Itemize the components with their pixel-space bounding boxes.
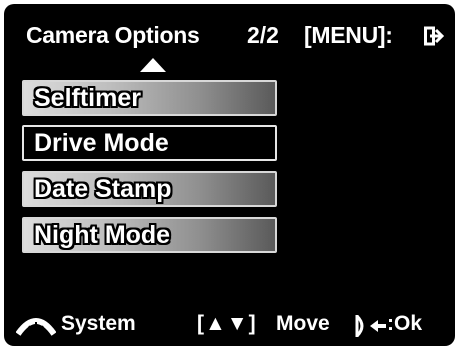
page-title: Camera Options [26,22,200,48]
move-keys-hint: [▲▼] [197,312,257,335]
menu-item-label: Date Stamp [34,175,172,203]
exit-arrow-icon[interactable] [424,26,446,46]
camera-screen: Camera Options 2/2 [MENU]: Selftimer Dri… [4,4,455,346]
left-arrow-icon [370,320,386,332]
menu-item-drive-mode[interactable]: Drive Mode [22,125,277,161]
mode-dial-icon [16,318,56,336]
menu-item-label: Night Mode [34,221,171,249]
system-hint: System [61,312,136,335]
menu-item-label: Selftimer [34,84,141,112]
menu-item-date-stamp[interactable]: Date Stamp [22,171,277,207]
scroll-up-arrow-icon [140,58,166,72]
move-hint: Move [276,312,330,335]
menu-exit-hint: [MENU]: [304,22,393,48]
header-bar: Camera Options 2/2 [MENU]: [4,18,455,58]
footer-hints: System [▲▼] Move :Ok [4,304,455,344]
ok-hint: :Ok [387,312,423,335]
menu-item-label: Drive Mode [34,129,169,157]
page-indicator: 2/2 [247,22,279,48]
menu-item-selftimer[interactable]: Selftimer [22,80,277,116]
menu-item-night-mode[interactable]: Night Mode [22,217,277,253]
shutter-button-icon [355,314,364,338]
